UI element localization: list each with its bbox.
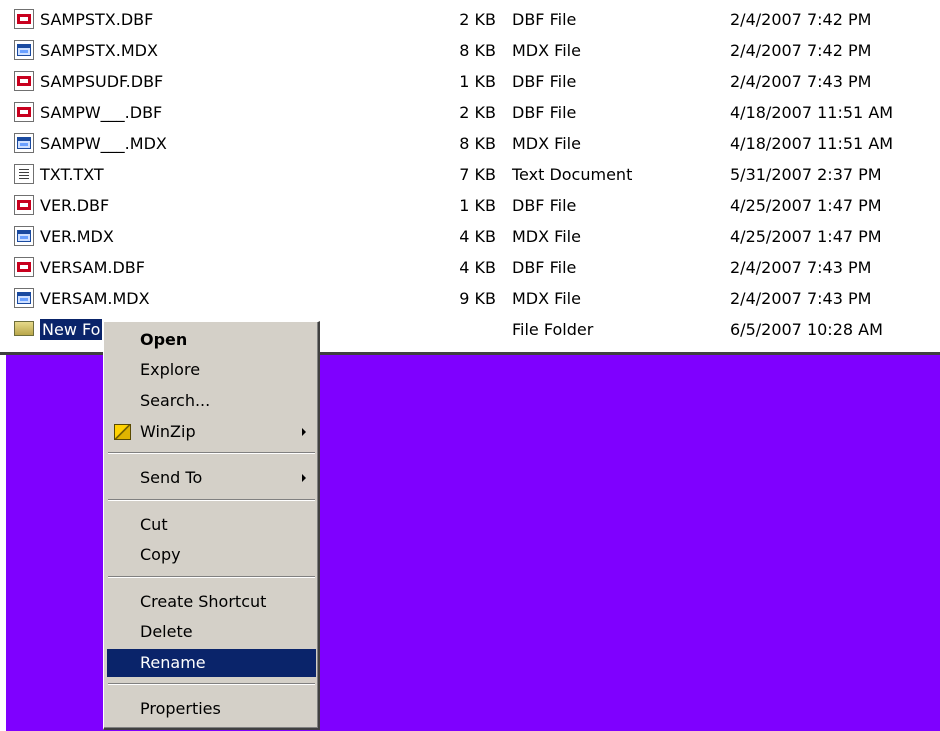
menu-item-send-to[interactable]: Send To — [107, 464, 316, 492]
file-size: 4 KB — [459, 227, 496, 246]
menu-item-create-shortcut[interactable]: Create Shortcut — [107, 588, 316, 616]
menu-item-copy[interactable]: Copy — [107, 541, 316, 569]
file-modified: 2/4/2007 7:43 PM — [730, 72, 872, 91]
file-name[interactable]: VER.DBF — [40, 195, 109, 216]
file-type: MDX File — [512, 289, 581, 308]
file-type: DBF File — [512, 10, 577, 29]
file-name[interactable]: SAMPSUDF.DBF — [40, 71, 163, 92]
file-type: Text Document — [512, 165, 633, 184]
dbf-file-icon — [14, 102, 34, 122]
menu-separator — [108, 683, 315, 685]
file-modified: 2/4/2007 7:42 PM — [730, 41, 872, 60]
file-size: 8 KB — [459, 134, 496, 153]
file-size: 8 KB — [459, 41, 496, 60]
file-type: MDX File — [512, 227, 581, 246]
file-row-ver-mdx[interactable]: VER.MDX 4 KB MDX File 4/25/2007 1:47 PM — [0, 221, 940, 252]
mdx-file-icon — [14, 40, 34, 60]
file-modified: 6/5/2007 10:28 AM — [730, 320, 883, 339]
file-type: File Folder — [512, 320, 594, 339]
file-row-sampsudf-dbf[interactable]: SAMPSUDF.DBF 1 KB DBF File 2/4/2007 7:43… — [0, 66, 940, 97]
file-size: 7 KB — [459, 165, 496, 184]
file-name[interactable]: SAMPW___.DBF — [40, 102, 162, 123]
winzip-icon — [114, 424, 131, 440]
folder-icon — [14, 321, 34, 336]
file-modified: 5/31/2007 2:37 PM — [730, 165, 882, 184]
file-type: DBF File — [512, 72, 577, 91]
file-modified: 2/4/2007 7:43 PM — [730, 258, 872, 277]
menu-item-properties[interactable]: Properties — [107, 695, 316, 723]
text-file-icon — [14, 164, 34, 184]
file-size: 9 KB — [459, 289, 496, 308]
file-size: 2 KB — [459, 10, 496, 29]
file-name-selected[interactable]: New Fo — [40, 319, 103, 340]
file-row-ver-dbf[interactable]: VER.DBF 1 KB DBF File 4/25/2007 1:47 PM — [0, 190, 940, 221]
menu-item-winzip-label: WinZip — [140, 422, 196, 441]
file-list[interactable]: SAMPSTX.DBF 2 KB DBF File 2/4/2007 7:42 … — [0, 0, 940, 352]
file-modified: 2/4/2007 7:42 PM — [730, 10, 872, 29]
menu-item-search[interactable]: Search... — [107, 387, 316, 415]
file-modified: 4/25/2007 1:47 PM — [730, 227, 882, 246]
mdx-file-icon — [14, 133, 34, 153]
file-size: 4 KB — [459, 258, 496, 277]
file-type: MDX File — [512, 41, 581, 60]
file-row-txt-txt[interactable]: TXT.TXT 7 KB Text Document 5/31/2007 2:3… — [0, 159, 940, 190]
file-modified: 4/25/2007 1:47 PM — [730, 196, 882, 215]
menu-item-cut[interactable]: Cut — [107, 511, 316, 539]
file-name[interactable]: VERSAM.MDX — [40, 288, 150, 309]
submenu-arrow-icon — [302, 474, 306, 482]
menu-item-explore[interactable]: Explore — [107, 356, 316, 384]
menu-separator — [108, 452, 315, 454]
file-name[interactable]: TXT.TXT — [40, 164, 104, 185]
menu-item-send-to-label: Send To — [140, 468, 203, 487]
file-row-versam-dbf[interactable]: VERSAM.DBF 4 KB DBF File 2/4/2007 7:43 P… — [0, 252, 940, 283]
dbf-file-icon — [14, 195, 34, 215]
file-name[interactable]: SAMPSTX.MDX — [40, 40, 158, 61]
mdx-file-icon — [14, 288, 34, 308]
context-menu[interactable]: Open Explore Search... WinZip Send To Cu… — [103, 321, 320, 730]
file-row-versam-mdx[interactable]: VERSAM.MDX 9 KB MDX File 2/4/2007 7:43 P… — [0, 283, 940, 314]
file-type: DBF File — [512, 258, 577, 277]
file-modified: 4/18/2007 11:51 AM — [730, 134, 894, 153]
menu-item-winzip[interactable]: WinZip — [107, 418, 316, 446]
file-row-sampstx-dbf[interactable]: SAMPSTX.DBF 2 KB DBF File 2/4/2007 7:42 … — [0, 4, 940, 35]
menu-separator — [108, 576, 315, 578]
menu-item-open[interactable]: Open — [107, 326, 316, 354]
dbf-file-icon — [14, 257, 34, 277]
file-type: DBF File — [512, 196, 577, 215]
file-type: DBF File — [512, 103, 577, 122]
menu-item-rename[interactable]: Rename — [107, 649, 316, 677]
file-modified: 2/4/2007 7:43 PM — [730, 289, 872, 308]
mdx-file-icon — [14, 226, 34, 246]
file-type: MDX File — [512, 134, 581, 153]
file-size: 2 KB — [459, 103, 496, 122]
file-name[interactable]: VERSAM.DBF — [40, 257, 145, 278]
submenu-arrow-icon — [302, 428, 306, 436]
file-row-sampstx-mdx[interactable]: SAMPSTX.MDX 8 KB MDX File 2/4/2007 7:42 … — [0, 35, 940, 66]
menu-item-delete[interactable]: Delete — [107, 618, 316, 646]
menu-separator — [108, 499, 315, 501]
file-row-sampw-mdx[interactable]: SAMPW___.MDX 8 KB MDX File 4/18/2007 11:… — [0, 128, 940, 159]
file-size: 1 KB — [459, 72, 496, 91]
file-size: 1 KB — [459, 196, 496, 215]
dbf-file-icon — [14, 9, 34, 29]
dbf-file-icon — [14, 71, 34, 91]
file-modified: 4/18/2007 11:51 AM — [730, 103, 894, 122]
file-row-sampw-dbf[interactable]: SAMPW___.DBF 2 KB DBF File 4/18/2007 11:… — [0, 97, 940, 128]
file-name[interactable]: SAMPSTX.DBF — [40, 9, 153, 30]
file-name[interactable]: VER.MDX — [40, 226, 114, 247]
file-name[interactable]: SAMPW___.MDX — [40, 133, 167, 154]
